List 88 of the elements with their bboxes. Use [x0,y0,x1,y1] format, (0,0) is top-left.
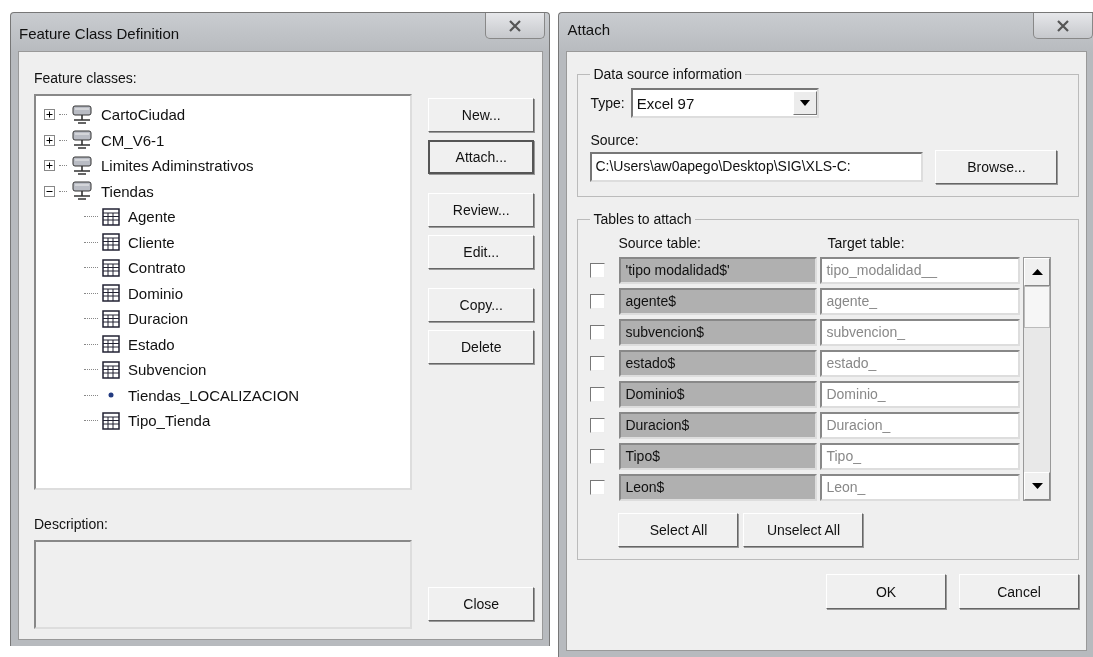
table-icon [102,335,120,354]
target-field[interactable]: Duracion_ [820,412,1021,439]
column-header: Target table: [827,235,905,251]
scrollbar[interactable] [1023,257,1052,501]
dialog-button[interactable]: Delete [428,330,535,364]
table-cell: Leon$ [619,474,818,501]
window-title: Feature Class Definition [19,25,180,42]
group-title: Tables to attach [592,211,693,227]
server-icon [71,181,93,202]
target-field[interactable]: subvencion_ [820,319,1021,346]
dialog-button[interactable]: Attach... [428,140,535,174]
table-icon [102,258,120,277]
type-dropdown[interactable]: Excel 97 [630,88,819,118]
table-icon [102,360,120,379]
checkbox[interactable] [590,356,606,371]
field-label: Feature classes: [34,70,138,86]
table-cell: subvencion$ [619,319,818,346]
point-icon [108,392,114,399]
expander-icon[interactable] [44,185,55,197]
dialog-button[interactable]: Review... [428,193,535,227]
select-all-button[interactable]: Select All [618,513,739,547]
scroll-thumb[interactable] [1024,286,1051,328]
checkbox[interactable] [590,418,606,433]
server-icon [71,155,93,176]
target-field[interactable]: Tipo_ [820,443,1021,470]
target-field[interactable]: estado_ [820,350,1021,377]
target-field[interactable]: Leon_ [820,474,1021,501]
cancel-button[interactable]: Cancel [959,574,1079,609]
description-field[interactable] [34,540,412,629]
field-label: Description: [34,516,109,532]
tree-item[interactable]: CartoCiudad [101,106,186,124]
source-field[interactable]: C:\Users\aw0apego\Desktop\SIG\XLS-C: [590,152,924,182]
expander-icon[interactable] [44,134,55,146]
dialog-button[interactable]: New... [428,98,535,132]
tree-item[interactable]: Estado [128,335,175,353]
browse-button[interactable]: Browse... [935,150,1058,184]
close-dialog-button[interactable]: Close [428,587,535,621]
table-cell: Duracion$ [619,412,818,439]
table-cell: Tipo$ [619,443,818,470]
tree-item[interactable]: Contrato [128,259,186,277]
dialog-button[interactable]: Edit... [428,235,535,269]
target-field[interactable]: Dominio_ [820,381,1021,408]
expander-icon[interactable] [44,160,55,172]
table-cell: agente$ [619,288,818,315]
tree-item[interactable]: Tiendas [101,182,154,200]
tree-item[interactable]: CM_V6-1 [101,131,165,149]
server-icon [71,104,93,125]
expander-icon[interactable] [44,109,55,121]
table-icon [102,233,120,252]
close-button[interactable] [485,13,546,39]
table-icon [102,411,120,430]
close-icon [1056,19,1070,32]
checkbox[interactable] [590,294,606,309]
table-icon [102,207,120,226]
checkbox[interactable] [590,480,606,495]
scroll-down-icon[interactable] [1031,483,1043,489]
group-title: Data source information [592,66,744,82]
close-button[interactable] [1033,13,1093,39]
dropdown-arrow-icon [799,100,810,106]
field-label: Source: [590,132,639,148]
tree-item[interactable]: Duracion [128,310,189,328]
server-icon [71,130,93,151]
table-cell: 'tipo modalidad$' [619,257,818,284]
tree-item[interactable]: Subvencion [128,361,207,379]
target-field[interactable]: agente_ [820,288,1021,315]
window-title: Attach [567,21,610,38]
table-cell: estado$ [619,350,818,377]
tree-item[interactable]: Limites Adiminstrativos [101,157,254,175]
column-header: Source table: [618,235,702,251]
tree-item[interactable]: Cliente [128,233,175,251]
table-icon [102,309,120,328]
checkbox[interactable] [590,449,606,464]
scroll-up-icon[interactable] [1031,269,1043,275]
unselect-all-button[interactable]: Unselect All [743,513,864,547]
dialog-button[interactable]: Copy... [428,288,535,322]
tree-item[interactable]: Tiendas_LOCALIZACION [128,386,300,404]
tree-item[interactable]: Agente [128,208,176,226]
checkbox[interactable] [590,263,606,278]
checkbox[interactable] [590,387,606,402]
ok-button[interactable]: OK [826,574,946,609]
target-field[interactable]: tipo_modalidad__ [820,257,1021,284]
tree-item[interactable]: Dominio [128,284,184,302]
close-icon [508,19,523,32]
checkbox[interactable] [590,325,606,340]
table-icon [102,284,120,303]
table-cell: Dominio$ [619,381,818,408]
field-label: Type: [590,95,625,111]
tree-item[interactable]: Tipo_Tienda [128,412,211,430]
